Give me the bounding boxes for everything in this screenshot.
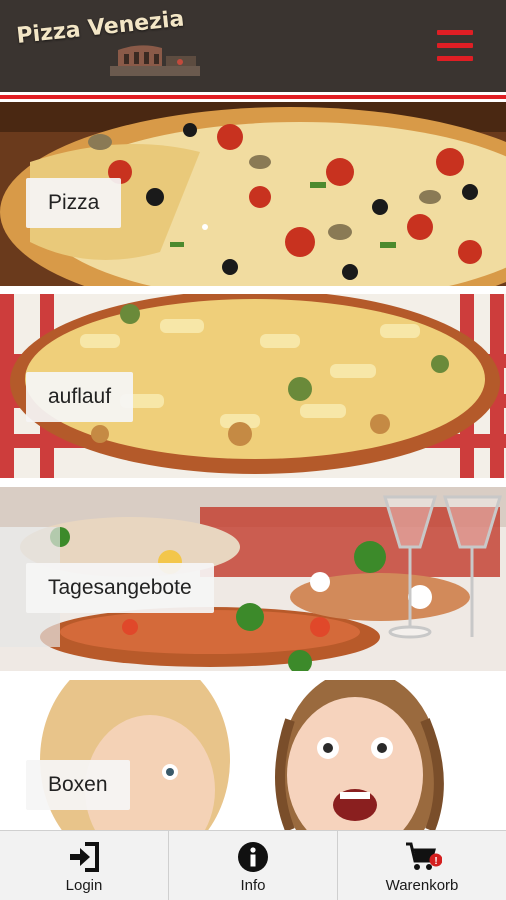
header-divider	[0, 92, 506, 102]
category-label-pizza: Pizza	[26, 178, 122, 228]
tab-login-label: Login	[65, 877, 103, 894]
category-label-tagesangebote: Tagesangebote	[26, 563, 214, 613]
logo[interactable]: Pizza Venezia	[15, 7, 203, 80]
tab-info[interactable]: Info	[168, 831, 337, 900]
info-icon	[238, 842, 268, 872]
shopping-cart-icon: !	[406, 842, 442, 870]
tab-login[interactable]: Login	[0, 831, 168, 900]
app-header: Pizza Venezia	[0, 0, 506, 92]
login-icon	[70, 842, 99, 872]
svg-text:!: !	[434, 856, 437, 867]
hamburger-menu-icon[interactable]	[432, 26, 478, 66]
category-label-auflauf: auflauf	[26, 372, 134, 422]
category-tile-auflauf[interactable]: auflauf	[0, 294, 506, 478]
bottom-tab-bar: Login Info ! Warenkorb	[0, 830, 506, 900]
tab-info-label: Info	[240, 877, 266, 894]
colosseum-logo-art	[110, 45, 200, 76]
category-tile-boxen[interactable]: Boxen	[0, 680, 506, 830]
category-label-boxen: Boxen	[26, 760, 130, 810]
tab-warenkorb-label: Warenkorb	[385, 877, 459, 894]
category-tile-pizza[interactable]: Pizza	[0, 102, 506, 286]
category-tile-tagesangebote[interactable]: Tagesangebote	[0, 487, 506, 671]
tab-warenkorb[interactable]: ! Warenkorb	[337, 831, 506, 900]
